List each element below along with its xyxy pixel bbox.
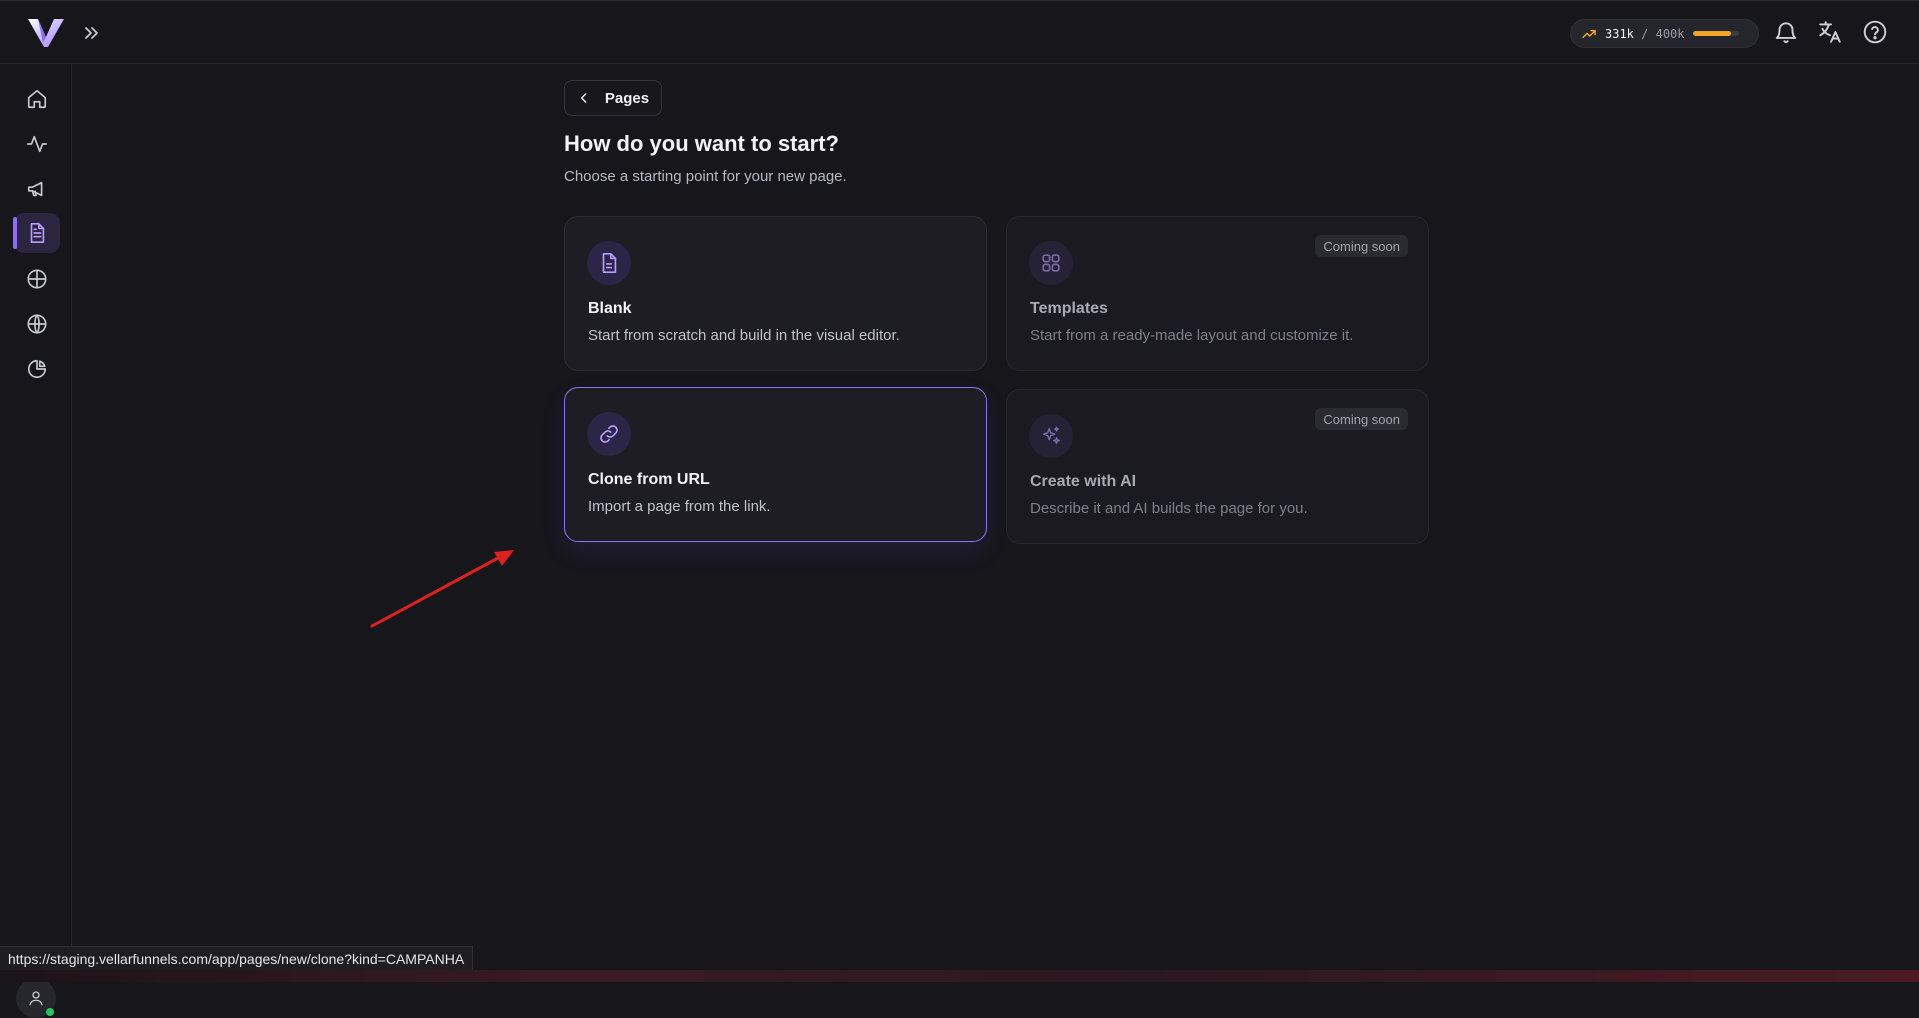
sidebar-item-tracking[interactable] [14,259,60,299]
card-title: Templates [1030,300,1108,317]
page-subtitle: Choose a starting point for your new pag… [564,168,847,185]
card-title: Blank [588,300,632,317]
crosshair-icon [27,269,47,289]
chevron-left-icon [580,93,587,103]
card-icon-wrapper [587,412,631,456]
option-card-blank[interactable]: Blank Start from scratch and build in th… [564,216,987,371]
bell-icon[interactable] [1773,19,1799,45]
annotation-arrow [370,550,514,628]
activity-icon [27,135,47,153]
coming-soon-badge: Coming soon [1315,235,1408,257]
sidebar-item-domains[interactable] [14,304,60,344]
usage-progress-bar [1692,31,1739,36]
option-card-templates: Coming soon Templates Start from a ready… [1006,216,1429,371]
back-to-pages-button[interactable]: Pages [564,80,662,116]
translate-icon[interactable] [1817,19,1843,45]
usage-total: 400k [1655,26,1685,41]
user-icon [29,991,43,1006]
option-card-clone-from-url[interactable]: Clone from URL Import a page from the li… [564,387,987,542]
usage-progress-fill [1692,31,1731,36]
link-icon [600,425,618,443]
online-status-dot [46,1008,54,1016]
card-description: Describe it and AI builds the page for y… [1030,500,1308,517]
card-description: Import a page from the link. [588,498,771,515]
sidebar-item-activity[interactable] [14,124,60,164]
sidebar-item-reports[interactable] [14,349,60,389]
expand-sidebar-icon[interactable] [80,21,104,45]
user-avatar[interactable] [16,978,56,1018]
sparkles-icon [1042,426,1060,445]
card-description: Start from a ready-made layout and custo… [1030,327,1354,344]
page-title: How do you want to start? [564,131,839,156]
card-icon-wrapper [587,241,631,285]
app-logo[interactable] [26,15,66,51]
trending-up-icon [1582,29,1596,38]
usage-meter[interactable]: 331k / 400k [1570,19,1759,48]
megaphone-icon [27,181,43,197]
card-icon-wrapper [1029,241,1073,285]
pie-chart-icon [27,359,47,379]
status-bar-url: https://staging.vellarfunnels.com/app/pa… [0,946,474,970]
sidebar-item-home[interactable] [14,79,60,119]
taskbar-strip [0,970,1919,982]
file-text-icon [30,223,45,243]
sidebar-item-campaigns[interactable] [14,169,60,209]
usage-used: 331k [1605,26,1634,41]
top-bar: 331k / 400k [0,0,1919,64]
card-icon-wrapper [1029,414,1073,458]
sidebar [0,64,72,1018]
back-button-label: Pages [604,89,650,107]
grid-icon [1042,254,1060,272]
sidebar-item-pages[interactable] [13,213,60,253]
usage-separator: / [1641,26,1649,41]
usage-text: 331k / 400k [1605,27,1685,41]
card-description: Start from scratch and build in the visu… [588,327,900,344]
card-title: Create with AI [1030,473,1137,490]
globe-icon [27,314,47,334]
home-icon [27,89,47,109]
file-icon [602,253,617,273]
card-title: Clone from URL [588,471,710,488]
coming-soon-badge: Coming soon [1315,408,1408,430]
option-card-create-with-ai: Coming soon Create with AI Describe it a… [1006,389,1429,544]
help-icon[interactable] [1862,19,1888,45]
